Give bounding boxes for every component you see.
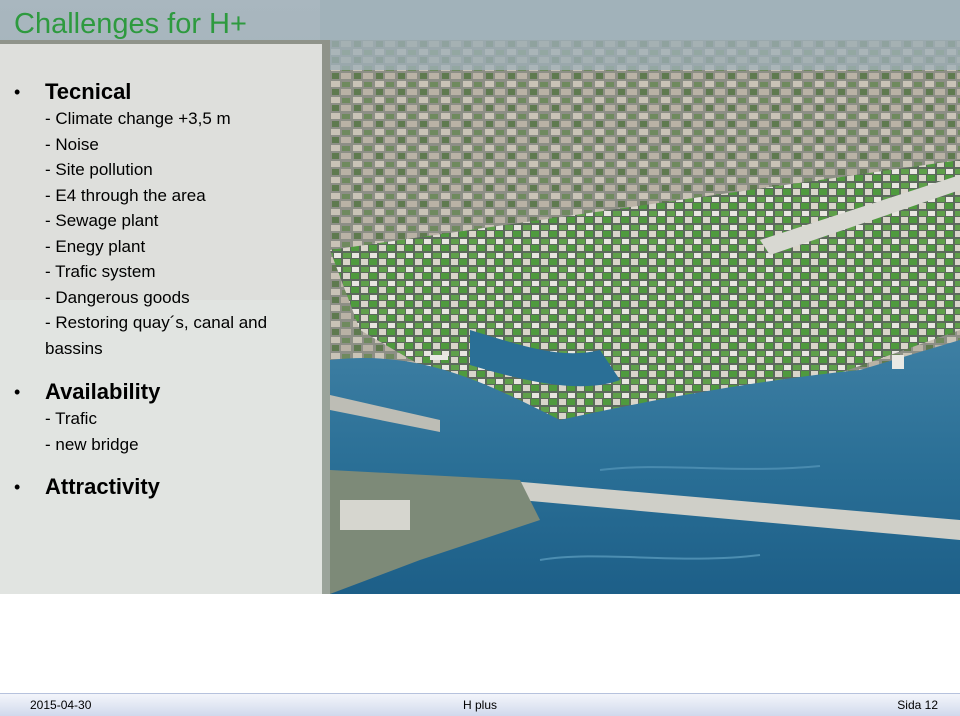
list-item: - Enegy plant — [45, 236, 146, 256]
list-item: - E4 through the area — [45, 185, 206, 205]
list-item: - Sewage plant — [45, 211, 159, 230]
footer-date: 2015-04-30 — [30, 698, 92, 712]
section-heading-attractivity: • Attractivity — [14, 473, 314, 501]
bullet-icon: • — [14, 382, 21, 402]
availability-list: - Trafic - new bridge — [14, 406, 314, 457]
heading-text: Attractivity — [45, 474, 160, 499]
list-item: - Trafic — [45, 409, 97, 428]
footer-page-number: Sida 12 — [897, 698, 938, 712]
heading-text: Availability — [45, 379, 161, 404]
bullet-icon: • — [14, 477, 21, 497]
list-item: - Noise — [45, 134, 99, 154]
bullet-content: • Tecnical - Climate change +3,5 m - Noi… — [14, 78, 314, 501]
bullet-icon: • — [14, 82, 21, 102]
section-heading-availability: • Availability — [14, 378, 314, 406]
list-item: - Restoring quay´s, canal and bassins — [45, 313, 268, 358]
heading-text: Tecnical — [45, 79, 132, 104]
section-heading-tecnical: • Tecnical — [14, 78, 314, 106]
list-item: - Climate change +3,5 m — [45, 109, 231, 128]
list-item: - Dangerous goods — [45, 287, 190, 307]
tecnical-list: - Climate change +3,5 m - Noise - Site p… — [14, 106, 314, 361]
slide-footer: 2015-04-30 H plus Sida 12 — [0, 693, 960, 716]
slide-title: Challenges for H+ — [14, 8, 247, 40]
footer-center-text: H plus — [463, 698, 498, 712]
list-item: - Trafic system — [45, 262, 156, 281]
list-item: - new bridge — [45, 434, 139, 454]
list-item: - Site pollution — [45, 160, 153, 179]
